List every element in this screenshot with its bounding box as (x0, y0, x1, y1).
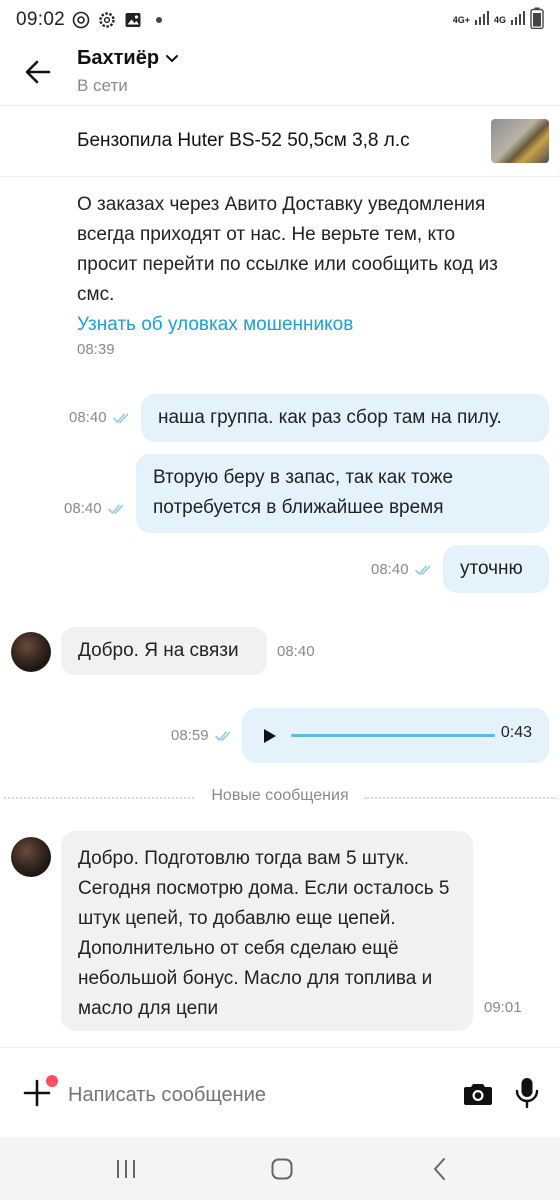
battery-icon (530, 7, 544, 34)
message-time: 08:40 (277, 643, 315, 660)
message-time: 08:40 (69, 409, 107, 426)
message-text: Добро. Я на связи (78, 640, 239, 661)
back-button[interactable] (20, 54, 56, 90)
message-meta: 09:01 (484, 999, 522, 1016)
message-text: наша группа. как раз сбор там на пилу. (158, 407, 502, 428)
chevron-left-icon (434, 1158, 445, 1180)
microphone-icon (515, 1078, 539, 1109)
message-text: Вторую беру в запас, так как тоже потреб… (153, 467, 454, 518)
double-check-icon (112, 413, 128, 423)
message-bubble-outgoing[interactable]: Вторую беру в запас, так как тоже потреб… (136, 454, 549, 533)
camera-icon (464, 1084, 492, 1105)
gear-icon (97, 10, 117, 30)
dot-icon (149, 10, 169, 30)
voice-time: 08:59 (171, 727, 209, 744)
message-time: 08:40 (371, 561, 409, 578)
message-time: 08:40 (64, 500, 102, 517)
voice-message: 0:43 (242, 708, 549, 763)
contact-name-button[interactable]: Бахтиёр (77, 47, 179, 70)
network-4g-label: 4G (493, 14, 506, 25)
chevron-down-icon (166, 54, 179, 62)
gallery-icon (123, 10, 143, 30)
message-time: 09:01 (484, 999, 522, 1016)
back-nav-button[interactable] (426, 1155, 454, 1183)
status-time: 09:02 (16, 9, 66, 30)
safety-notice: О заказах через Авито Доставку уведомлен… (77, 190, 517, 340)
item-banner[interactable]: Бензопила Huter BS-52 50,5см 3,8 л.с (0, 107, 560, 177)
message-text: Добро. Подготовлю тогда вам 5 штук. Сего… (78, 848, 450, 1019)
recent-apps-icon (117, 1160, 135, 1178)
play-button[interactable] (260, 725, 280, 747)
voice-progress-track[interactable] (291, 734, 495, 737)
divider-label: Новые сообщения (201, 787, 359, 804)
network-4g-plus-label: 4G+ (452, 14, 470, 25)
mic-button[interactable] (512, 1076, 542, 1110)
message-input[interactable] (68, 1078, 448, 1112)
message-text: уточню (460, 558, 523, 579)
notice-time: 08:39 (77, 341, 115, 358)
voice-meta: 08:59 (171, 727, 233, 744)
scam-info-link[interactable]: Узнать об уловках мошенников (77, 314, 353, 335)
message-bubble-outgoing[interactable]: уточню (443, 545, 549, 593)
recent-apps-button[interactable] (112, 1155, 140, 1183)
message-composer (0, 1047, 560, 1137)
double-check-icon (107, 504, 123, 514)
double-check-icon (214, 731, 230, 741)
status-bar: 09:02 4G+ 4G (0, 0, 560, 40)
message-bubble-incoming[interactable]: Добро. Я на связи (61, 627, 267, 675)
contact-avatar[interactable] (11, 632, 51, 672)
item-title: Бензопила Huter BS-52 50,5см 3,8 л.с (77, 130, 410, 151)
notice-text: О заказах через Авито Доставку уведомлен… (77, 194, 498, 305)
chat-header: Бахтиёр В сети (0, 40, 560, 106)
at-icon (71, 10, 91, 30)
contact-name: Бахтиёр (77, 47, 160, 69)
message-meta: 08:40 (64, 500, 126, 517)
message-bubble-incoming[interactable]: Добро. Подготовлю тогда вам 5 штук. Сего… (61, 831, 473, 1031)
system-nav-bar (0, 1137, 560, 1200)
message-bubble-outgoing[interactable]: наша группа. как раз сбор там на пилу. (141, 394, 549, 442)
contact-status: В сети (77, 76, 128, 95)
signal-icon (474, 10, 490, 31)
notification-dot (46, 1075, 58, 1087)
new-messages-divider: Новые сообщения (0, 787, 560, 809)
double-check-icon (414, 565, 430, 575)
arrow-left-icon (25, 60, 51, 84)
play-icon (264, 729, 276, 743)
signal-icon (510, 10, 526, 31)
camera-button[interactable] (462, 1078, 494, 1110)
home-icon (271, 1158, 293, 1180)
voice-duration: 0:43 (500, 724, 532, 741)
item-thumbnail[interactable] (491, 119, 549, 163)
message-meta: 08:40 (277, 643, 315, 660)
home-button[interactable] (268, 1155, 296, 1183)
contact-avatar[interactable] (11, 837, 51, 877)
message-meta: 08:40 (371, 561, 433, 578)
message-meta: 08:40 (69, 409, 131, 426)
